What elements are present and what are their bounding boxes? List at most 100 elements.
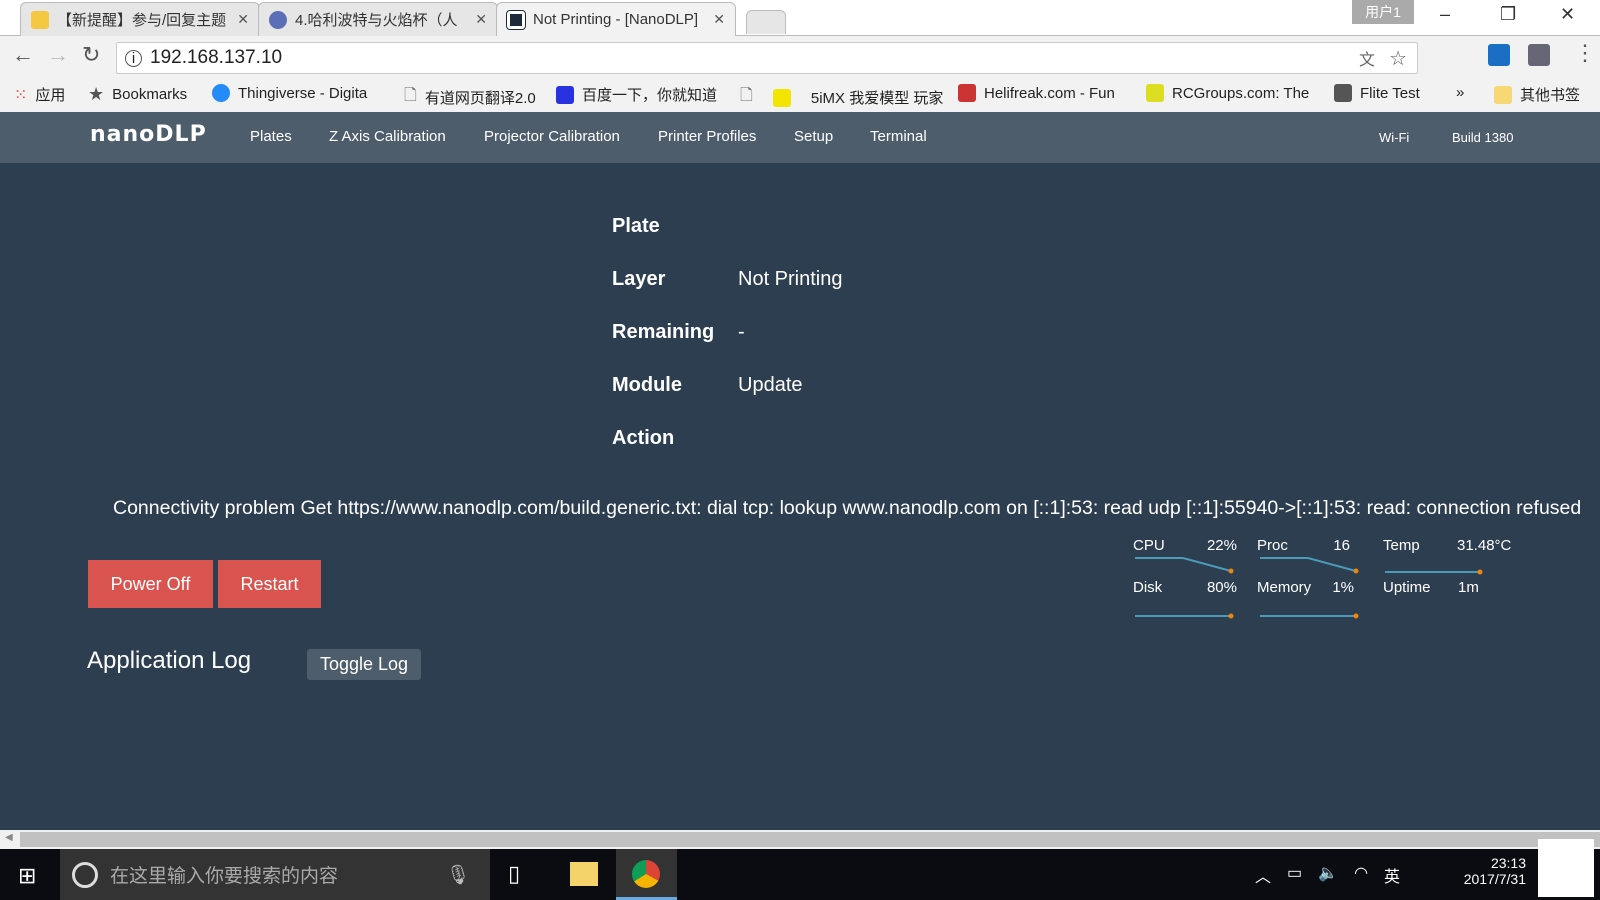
- microphone-icon[interactable]: 🎙: [446, 863, 470, 887]
- connectivity-message: Connectivity problem Get https://www.nan…: [113, 497, 1582, 519]
- other-bookmarks[interactable]: 其他书签: [1494, 84, 1580, 105]
- thingiverse-icon: [212, 84, 230, 102]
- nav-terminal[interactable]: Terminal: [870, 128, 927, 145]
- cortana-icon: [72, 861, 98, 888]
- logo[interactable]: nanoDLP: [90, 122, 207, 147]
- restart-button[interactable]: Restart: [218, 560, 321, 608]
- bulb-icon: [31, 10, 49, 29]
- more-bookmarks[interactable]: »: [1456, 84, 1464, 101]
- module-value: Update: [738, 374, 803, 396]
- bookmark-baidu[interactable]: 百度一下，你就知道: [556, 84, 717, 105]
- extension-icon-2[interactable]: [1528, 44, 1550, 66]
- horizontal-scrollbar[interactable]: ◀: [0, 830, 1600, 849]
- bookmark-page[interactable]: 🗋 5iMX 我爱模型 玩家: [740, 84, 943, 111]
- clock[interactable]: 23:13 2017/7/31: [1464, 855, 1526, 887]
- info-icon[interactable]: i: [125, 49, 142, 67]
- back-icon[interactable]: ←: [12, 42, 34, 68]
- page-icon: 🗋: [740, 87, 753, 104]
- chevron-up-icon[interactable]: ︿: [1255, 863, 1271, 887]
- nav-projector-calibration[interactable]: Projector Calibration: [484, 128, 620, 145]
- file-explorer-icon[interactable]: [570, 862, 598, 886]
- bookmark-label: Bookmarks: [112, 86, 188, 103]
- system-tray: ︿ ▭ 🔈 ◠ 英: [1255, 863, 1400, 887]
- layer-value: Not Printing: [738, 268, 843, 290]
- nav-setup[interactable]: Setup: [794, 128, 833, 145]
- clock-date: 2017/7/31: [1463, 871, 1526, 887]
- nanodlp-icon: [506, 9, 526, 30]
- search-box[interactable]: 在这里输入你要搜索的内容 🎙: [60, 849, 490, 900]
- tab-2[interactable]: 4.哈利波特与火焰杯（人 ✕: [258, 2, 498, 36]
- sparklines: [1135, 557, 1483, 619]
- bookmark-label: 百度一下，你就知道: [582, 87, 718, 104]
- bookmark-thingiverse[interactable]: Thingiverse - Digita: [212, 84, 367, 102]
- star-icon[interactable]: ☆: [1389, 46, 1407, 71]
- wifi-icon[interactable]: ◠: [1354, 863, 1368, 887]
- bookmark-label: Flite Test: [1360, 84, 1420, 102]
- tab-1[interactable]: 【新提醒】参与/回复主题 ✕: [20, 2, 260, 36]
- folder-icon: [1494, 85, 1512, 104]
- close-icon[interactable]: ✕: [475, 11, 487, 28]
- plate-label: Plate: [612, 215, 660, 237]
- windows-start-icon[interactable]: ⊞: [18, 863, 36, 889]
- layer-label: Layer: [612, 268, 666, 290]
- battery-icon[interactable]: ▭: [1287, 863, 1302, 887]
- nav-build[interactable]: Build 1380: [1452, 130, 1513, 145]
- nav-wifi[interactable]: Wi-Fi: [1379, 130, 1409, 145]
- bookmark-flitetest[interactable]: Flite Test: [1334, 84, 1420, 102]
- volume-icon[interactable]: 🔈: [1318, 863, 1338, 887]
- tab-3[interactable]: Not Printing - [NanoDLP] ✕: [496, 2, 736, 36]
- minimize-button[interactable]: –: [1440, 4, 1450, 25]
- bookmark-label: RCGroups.com: The: [1172, 84, 1310, 102]
- module-label: Module: [612, 374, 682, 396]
- proc-sparkline: [1260, 557, 1357, 572]
- rcgroups-icon: [1146, 84, 1164, 102]
- bookmark-helifreak[interactable]: Helifreak.com - Fun: [958, 84, 1115, 102]
- reload-icon[interactable]: ↻: [82, 42, 100, 68]
- close-icon[interactable]: ✕: [237, 11, 249, 28]
- task-view-icon[interactable]: ▯: [508, 861, 520, 887]
- star-icon: ★: [88, 84, 105, 104]
- profile-badge[interactable]: 用户1: [1352, 0, 1414, 24]
- cpu-sparkline-dot: [1228, 568, 1234, 574]
- toggle-log-button[interactable]: Toggle Log: [307, 649, 421, 680]
- ime-indicator[interactable]: 英: [1384, 863, 1400, 887]
- menu-icon[interactable]: ⋮: [1574, 40, 1596, 66]
- forward-icon[interactable]: →: [47, 42, 69, 68]
- memory-sparkline-dot: [1353, 613, 1359, 619]
- chrome-taskbar-button[interactable]: [616, 849, 677, 900]
- extension-icon[interactable]: [1488, 44, 1510, 66]
- tab-title: 4.哈利波特与火焰杯（人: [295, 12, 458, 29]
- scrollbar-thumb[interactable]: [20, 832, 1600, 847]
- bookmarks-bar: ⁙ 应用 ★ Bookmarks Thingiverse - Digita 🗋 有道网…: [0, 76, 1600, 112]
- translate-icon[interactable]: 文: [1359, 46, 1375, 70]
- remaining-value: -: [738, 321, 745, 343]
- avatar-icon: [269, 10, 287, 29]
- nav-z-axis-calibration[interactable]: Z Axis Calibration: [329, 128, 446, 145]
- bookmark-label: 5iMX 我爱模型 玩家: [810, 90, 944, 107]
- bookmark-label: Thingiverse - Digita: [238, 84, 368, 102]
- tab-title: 【新提醒】参与/回复主题: [57, 12, 227, 29]
- proc-sparkline-dot: [1353, 568, 1359, 574]
- taskbar: ⊞ 在这里输入你要搜索的内容 🎙 ▯ ︿ ▭ 🔈 ◠ 英 23:13 2017/…: [0, 839, 1600, 900]
- new-tab-button[interactable]: [746, 10, 786, 34]
- bookmark-bookmarks[interactable]: ★ Bookmarks: [88, 84, 187, 105]
- cpu-sparkline: [1135, 557, 1232, 572]
- restore-button[interactable]: ❐: [1500, 4, 1516, 25]
- address-bar[interactable]: i 192.168.137.10 文 ☆: [116, 42, 1418, 74]
- close-icon[interactable]: ✕: [713, 11, 725, 28]
- url-text[interactable]: 192.168.137.10: [150, 47, 282, 69]
- tab-strip: 【新提醒】参与/回复主题 ✕ 4.哈利波特与火焰杯（人 ✕ Not Printing…: [0, 0, 1600, 36]
- bookmark-rcgroups[interactable]: RCGroups.com: The: [1146, 84, 1309, 102]
- nav-plates[interactable]: Plates: [250, 128, 292, 145]
- flitetest-icon: [1334, 84, 1352, 102]
- bookmark-apps[interactable]: ⁙ 应用: [14, 84, 65, 105]
- nav-printer-profiles[interactable]: Printer Profiles: [658, 128, 756, 145]
- scroll-left-icon[interactable]: ◀: [5, 832, 13, 843]
- chrome-icon: [632, 860, 660, 888]
- qr-code-watermark: [1538, 839, 1594, 897]
- close-window-button[interactable]: ✕: [1560, 4, 1575, 25]
- clock-time: 23:13: [1490, 855, 1526, 871]
- bookmark-youdao[interactable]: 🗋 有道网页翻译2.0: [404, 84, 536, 111]
- power-off-button[interactable]: Power Off: [88, 560, 213, 608]
- bookmark-label: 其他书签: [1520, 87, 1581, 104]
